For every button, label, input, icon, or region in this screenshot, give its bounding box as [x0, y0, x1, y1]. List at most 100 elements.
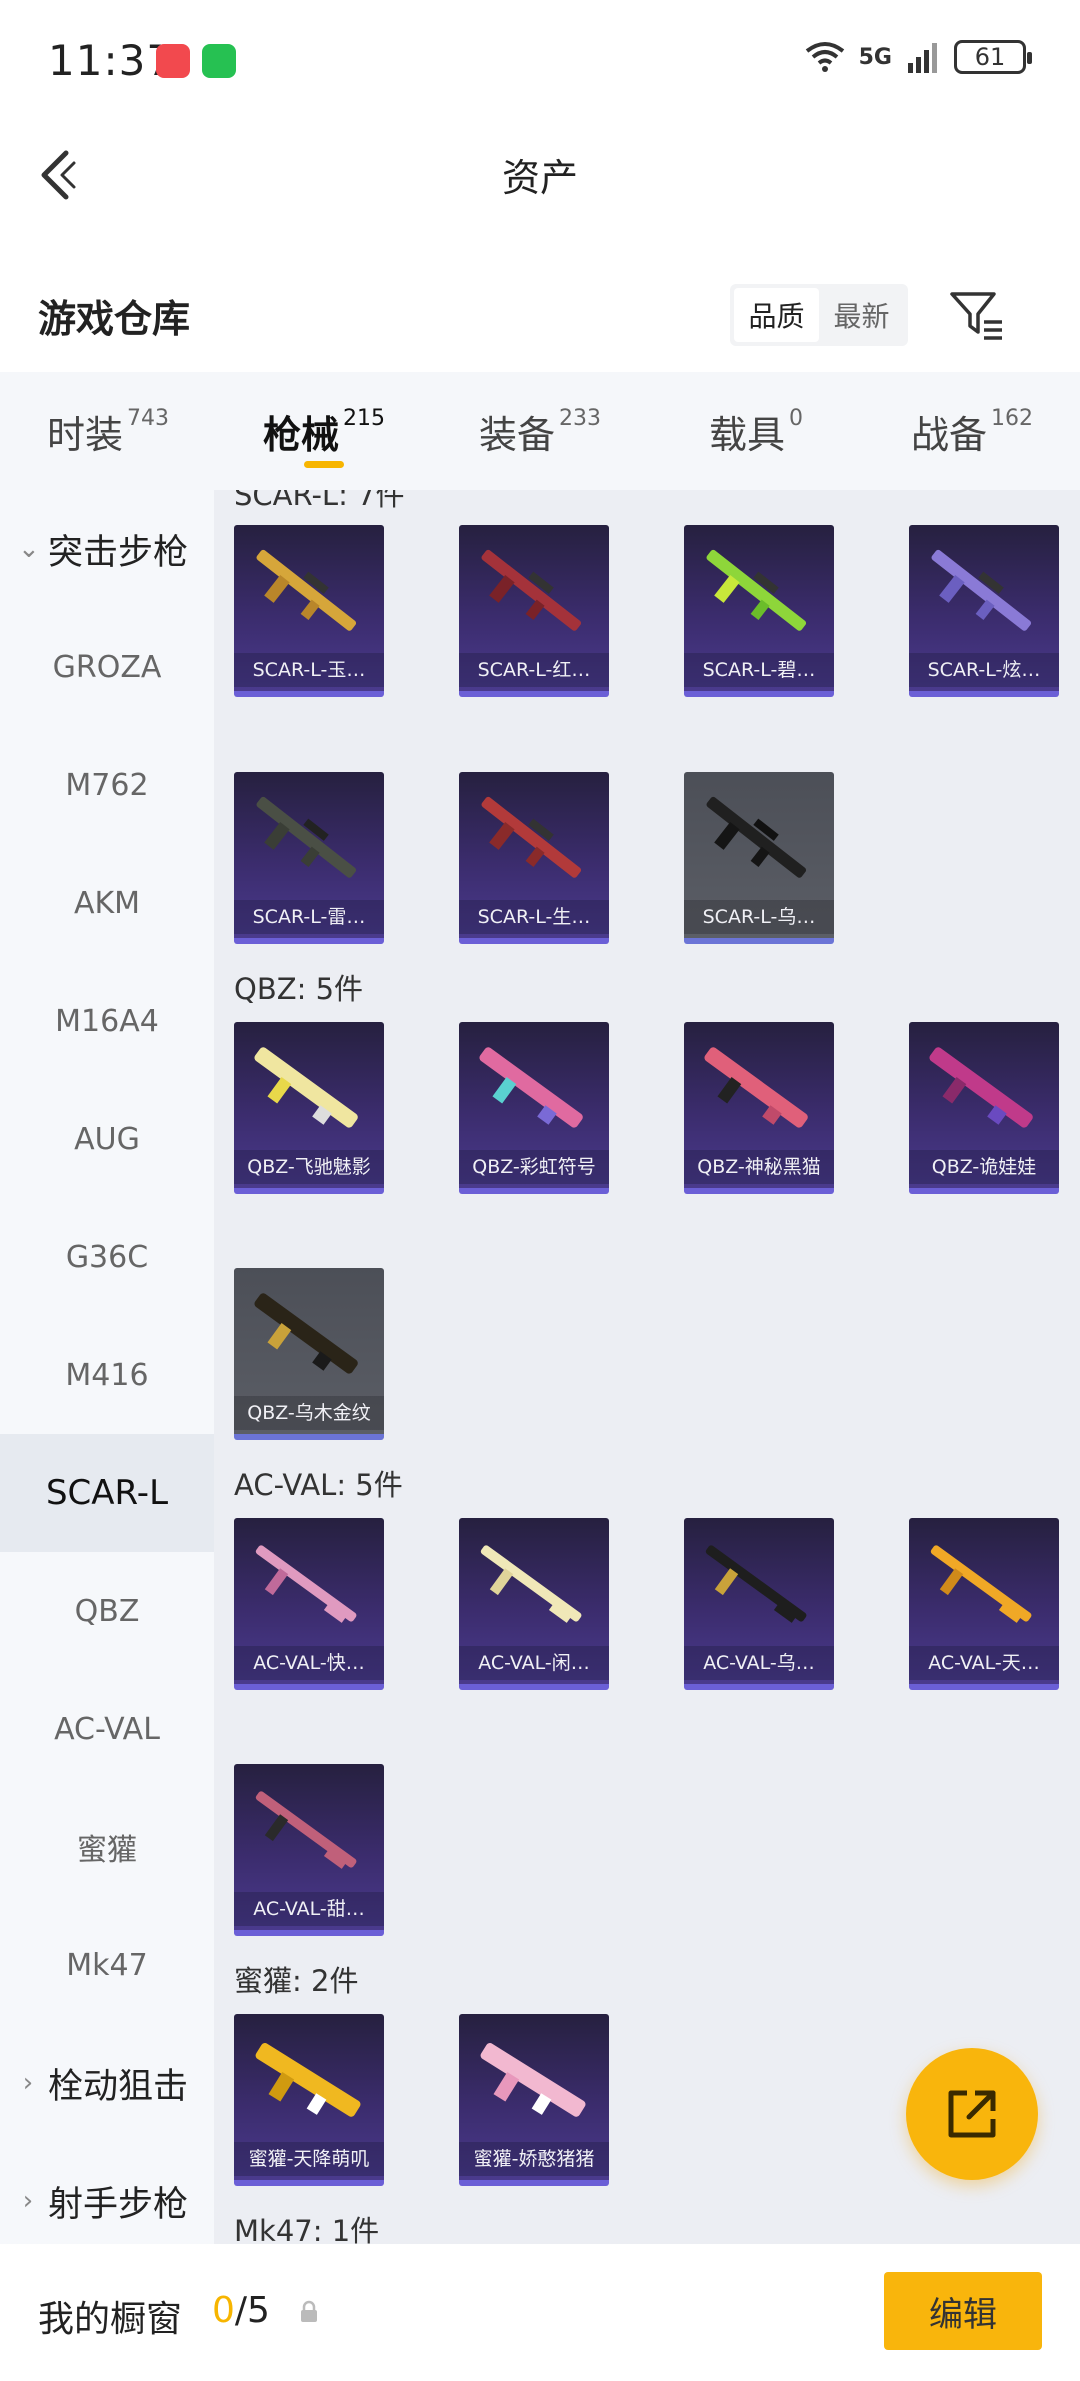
skin-card[interactable]: SCAR-L-玉…	[234, 525, 384, 697]
group-header-scar-l: SCAR-L: 7件	[234, 490, 405, 512]
warehouse-title-row: 游戏仓库 品质 最新	[0, 260, 1080, 370]
sidebar-item-aug[interactable]: AUG	[0, 1080, 214, 1198]
sidebar-item-g36c[interactable]: G36C	[0, 1198, 214, 1316]
section-title: 游戏仓库	[38, 297, 191, 341]
tab-vehicles[interactable]: 载具 0	[648, 372, 864, 490]
rifle-icon	[254, 1293, 358, 1374]
share-icon	[948, 2090, 996, 2138]
group-header-mk47: Mk47: 1件	[234, 2214, 380, 2244]
tab-count: 215	[343, 406, 385, 431]
tab-count: 0	[789, 406, 803, 431]
wifi-icon	[805, 42, 844, 72]
weapon-sidebar: ⌄ 突击步枪 GROZA M762 AKM M16A4 AUG G36C M41…	[0, 490, 214, 2244]
sort-quality-button[interactable]: 品质	[734, 288, 819, 342]
skin-card[interactable]: QBZ-乌木金纹	[234, 1268, 384, 1440]
skin-card[interactable]: 蜜獾-天降萌叽	[234, 2014, 384, 2186]
skin-name: AC-VAL-乌…	[684, 1646, 834, 1680]
tab-supplies[interactable]: 战备 162	[864, 372, 1080, 490]
rifle-icon	[706, 796, 807, 878]
skin-name: QBZ-彩虹符号	[459, 1150, 609, 1184]
sidebar-item-akm[interactable]: AKM	[0, 844, 214, 962]
tab-label: 战备	[910, 413, 987, 457]
skin-card[interactable]: QBZ-神秘黑猫	[684, 1022, 834, 1194]
tab-label: 装备	[478, 413, 555, 457]
skin-card[interactable]: QBZ-诡娃娃	[909, 1022, 1059, 1194]
tab-equipment[interactable]: 装备 233	[432, 372, 648, 490]
status-bar: 11:37 5G 61	[0, 0, 1080, 125]
skin-card[interactable]: SCAR-L-炫…	[909, 525, 1059, 697]
sidebar-item-m416[interactable]: M416	[0, 1316, 214, 1434]
skin-card[interactable]: QBZ-飞驰魅影	[234, 1022, 384, 1194]
signal-icon	[908, 43, 937, 73]
sidebar-item-honey-badger[interactable]: 蜜獾	[0, 1788, 214, 1906]
rifle-icon	[481, 549, 582, 631]
network-type: 5G	[858, 44, 892, 70]
skin-name: AC-VAL-闲…	[459, 1646, 609, 1680]
chevron-right-icon: ›	[22, 2186, 34, 2216]
rifle-icon	[255, 2043, 361, 2117]
sidebar-item-scar-l[interactable]: SCAR-L	[0, 1434, 214, 1552]
rifle-icon	[256, 549, 357, 631]
skin-name: SCAR-L-雷…	[234, 900, 384, 934]
rifle-icon	[255, 1791, 357, 1869]
sort-latest-button[interactable]: 最新	[819, 288, 904, 342]
sidebar-item-m16a4[interactable]: M16A4	[0, 962, 214, 1080]
skin-card[interactable]: SCAR-L-乌…	[684, 772, 834, 944]
skin-name: SCAR-L-红…	[459, 653, 609, 687]
sidebar-group-assault-rifles[interactable]: ⌄ 突击步枪	[0, 490, 214, 608]
skin-card[interactable]: SCAR-L-碧…	[684, 525, 834, 697]
tab-label: 载具	[708, 413, 785, 457]
skin-card[interactable]: 蜜獾-娇憨猪猪	[459, 2014, 609, 2186]
skin-card[interactable]: AC-VAL-快…	[234, 1518, 384, 1690]
skin-card[interactable]: AC-VAL-闲…	[459, 1518, 609, 1690]
skin-card[interactable]: SCAR-L-生…	[459, 772, 609, 944]
rifle-icon	[479, 1047, 583, 1128]
skin-name: SCAR-L-生…	[459, 900, 609, 934]
showcase-current: 0	[212, 2290, 235, 2331]
sidebar-item-qbz[interactable]: QBZ	[0, 1552, 214, 1670]
skin-card[interactable]: SCAR-L-红…	[459, 525, 609, 697]
status-indicators: 5G 61	[805, 40, 1032, 74]
sidebar-group-marksman[interactable]: › 射手步枪	[0, 2142, 214, 2244]
group-header-honey-badger: 蜜獾: 2件	[234, 1964, 359, 1998]
skin-card[interactable]: AC-VAL-天…	[909, 1518, 1059, 1690]
sidebar-item-groza[interactable]: GROZA	[0, 608, 214, 726]
skin-name: SCAR-L-乌…	[684, 900, 834, 934]
skin-name: QBZ-神秘黑猫	[684, 1150, 834, 1184]
group-header-qbz: QBZ: 5件	[234, 972, 364, 1006]
sidebar-item-m762[interactable]: M762	[0, 726, 214, 844]
header: 资产	[0, 125, 1080, 225]
share-button[interactable]	[906, 2048, 1038, 2180]
rifle-icon	[930, 1545, 1032, 1623]
skin-name: AC-VAL-天…	[909, 1646, 1059, 1680]
skin-name: QBZ-飞驰魅影	[234, 1150, 384, 1184]
skin-name: 蜜獾-天降萌叽	[234, 2142, 384, 2176]
sort-toggle: 品质 最新	[730, 284, 908, 346]
tab-label: 时装	[46, 413, 123, 457]
edit-button[interactable]: 编辑	[884, 2272, 1042, 2350]
sidebar-group-bolt-action[interactable]: › 栓动狙击	[0, 2024, 214, 2142]
group-header-ac-val: AC-VAL: 5件	[234, 1468, 403, 1502]
tab-fashion[interactable]: 时装 743	[0, 372, 216, 490]
page-title: 资产	[501, 156, 578, 200]
rifle-icon	[481, 796, 582, 878]
rifle-icon	[705, 1545, 807, 1623]
chevron-right-icon: ›	[22, 2068, 34, 2098]
filter-icon[interactable]	[948, 286, 1006, 344]
showcase-label: 我的橱窗	[38, 2299, 183, 2340]
skin-card[interactable]: QBZ-彩虹符号	[459, 1022, 609, 1194]
tab-firearms[interactable]: 枪械 215	[216, 372, 432, 490]
skin-name: QBZ-乌木金纹	[234, 1396, 384, 1430]
sidebar-item-mk47[interactable]: Mk47	[0, 1906, 214, 2024]
skin-card[interactable]: AC-VAL-甜…	[234, 1764, 384, 1936]
chevron-down-icon: ⌄	[18, 534, 40, 564]
rifle-icon	[255, 1545, 357, 1623]
skin-card[interactable]: AC-VAL-乌…	[684, 1518, 834, 1690]
sidebar-item-ac-val[interactable]: AC-VAL	[0, 1670, 214, 1788]
skin-name: SCAR-L-碧…	[684, 653, 834, 687]
skin-name: SCAR-L-玉…	[234, 653, 384, 687]
skin-card[interactable]: SCAR-L-雷…	[234, 772, 384, 944]
showcase-total: /5	[234, 2290, 270, 2331]
showcase-count: 0/5	[212, 2290, 270, 2331]
sidebar-group-label: 栓动狙击	[48, 2066, 189, 2107]
